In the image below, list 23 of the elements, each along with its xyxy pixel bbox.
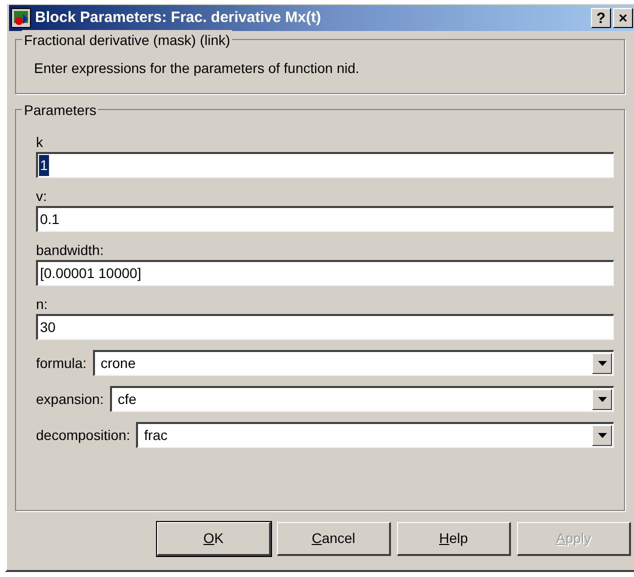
close-button[interactable]: × <box>613 8 633 28</box>
dropdown[interactable]: crone <box>92 350 614 376</box>
field-label: bandwidth: <box>36 241 105 260</box>
dropdown[interactable]: cfe <box>110 386 614 412</box>
description-text: Enter expressions for the parameters of function nid. <box>34 59 360 78</box>
field-label: expansion: <box>36 390 104 409</box>
input-field[interactable]: 1 <box>36 152 614 178</box>
help-button[interactable]: ? <box>591 8 611 28</box>
field-label: formula: <box>36 354 87 372</box>
field-label: v: <box>36 187 48 206</box>
input-field[interactable]: 0.1 <box>36 206 614 232</box>
app-icon <box>11 8 31 28</box>
field-label: n: <box>36 295 49 314</box>
group-title: Fractional derivative (mask) (link) <box>22 30 232 51</box>
dialog-button[interactable]: Cancel <box>277 522 391 556</box>
dialog-button[interactable]: Help <box>397 522 511 556</box>
field-label: decomposition: <box>36 426 130 445</box>
input-field[interactable]: 30 <box>36 314 614 340</box>
input-field[interactable]: [0.00001 10000] <box>36 260 614 286</box>
dialog-button[interactable]: OK <box>157 522 271 556</box>
field-label: k <box>36 133 44 152</box>
dropdown[interactable]: frac <box>136 422 614 448</box>
window-title: Block Parameters: Frac. derivative Mx(t) <box>35 8 321 28</box>
